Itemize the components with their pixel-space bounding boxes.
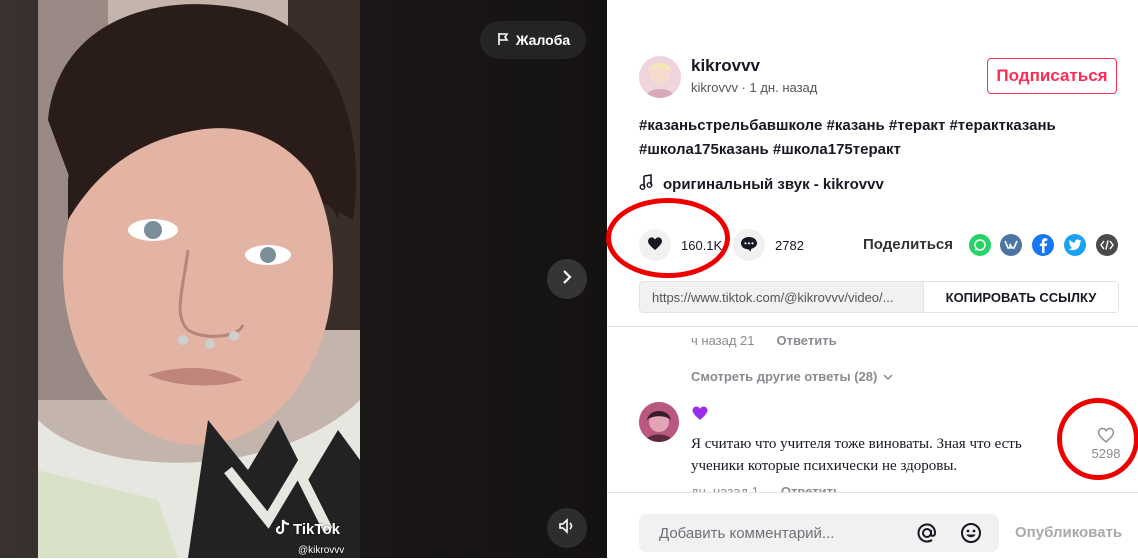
reply-button[interactable]: Ответить <box>777 333 837 348</box>
annotation-circle-comment-likes <box>1057 398 1138 480</box>
report-button[interactable]: Жалоба <box>480 21 586 59</box>
tiktok-logo-icon <box>275 519 290 539</box>
comment-button[interactable] <box>733 229 765 261</box>
watermark-text: TikTok <box>293 520 340 538</box>
flag-icon <box>496 32 510 49</box>
commenter-avatar[interactable] <box>639 402 679 442</box>
music-note-icon <box>639 174 653 194</box>
chevron-right-icon <box>559 269 575 290</box>
comment-count: 2782 <box>775 237 804 253</box>
author-meta: kikrovvv · 1 дн. назад <box>691 80 818 95</box>
report-label: Жалоба <box>515 32 571 48</box>
video-frame <box>38 0 360 558</box>
video-player[interactable]: Жалоба TikTok @kikrovvv <box>0 0 607 558</box>
comment-input-box <box>639 514 999 552</box>
comment-bubble-icon <box>740 236 758 255</box>
comment-input[interactable] <box>657 523 901 543</box>
copy-link-button[interactable]: КОПИРОВАТЬ ССЫЛКУ <box>923 282 1118 312</box>
sound-label: оригинальный звук - kikrovvv <box>663 175 884 193</box>
chevron-down-icon <box>883 369 893 384</box>
section-divider <box>607 326 1138 327</box>
share-link-box: https://www.tiktok.com/@kikrovvv/video/.… <box>639 281 1119 313</box>
purple-heart-icon <box>691 405 709 426</box>
author-name[interactable]: kikrovvv <box>691 56 760 76</box>
more-replies-label: Смотреть другие ответы (28) <box>691 369 878 384</box>
post-description: #казаньстрельбавшколе #казань #теракт #т… <box>639 114 1109 162</box>
comment-text: Я считаю что учителя тоже виноваты. Зная… <box>691 436 1022 474</box>
share-label: Поделиться <box>863 236 954 253</box>
view-more-replies-button[interactable]: Смотреть другие ответы (28) <box>691 369 893 384</box>
hashtags-line-2[interactable]: #школа175казань #школа175теракт <box>639 138 1109 162</box>
prev-comment-time: ч назад 21 <box>691 333 755 348</box>
tiktok-watermark: TikTok <box>275 519 340 539</box>
facebook-icon[interactable] <box>1032 234 1054 256</box>
watermark-handle: @kikrovvv <box>298 545 345 556</box>
sound-link[interactable]: оригинальный звук - kikrovvv <box>639 174 884 194</box>
hashtags-line-1[interactable]: #казаньстрельбавшколе #казань #теракт #т… <box>639 114 1109 138</box>
next-video-button[interactable] <box>547 259 587 299</box>
prev-comment-meta: ч назад 21 Ответить <box>691 333 837 348</box>
author-avatar[interactable] <box>639 56 681 98</box>
video-still-image <box>38 0 360 558</box>
share-link-url[interactable]: https://www.tiktok.com/@kikrovvv/video/.… <box>640 282 923 312</box>
volume-button[interactable] <box>547 508 587 548</box>
author-avatar-image <box>639 56 681 98</box>
annotation-circle-likes <box>606 198 730 278</box>
follow-button[interactable]: Подписаться <box>987 58 1117 94</box>
comment-stat: 2782 <box>733 229 804 261</box>
commenter-avatar-image <box>639 402 679 442</box>
vk-icon[interactable] <box>1000 234 1022 256</box>
speaker-icon <box>558 517 576 540</box>
whatsapp-icon[interactable] <box>969 234 991 256</box>
twitter-icon[interactable] <box>1064 234 1086 256</box>
embed-icon[interactable] <box>1096 234 1118 256</box>
emoji-icon[interactable] <box>959 521 983 545</box>
mention-icon[interactable] <box>915 521 939 545</box>
post-comment-button[interactable]: Опубликовать <box>1015 524 1122 541</box>
